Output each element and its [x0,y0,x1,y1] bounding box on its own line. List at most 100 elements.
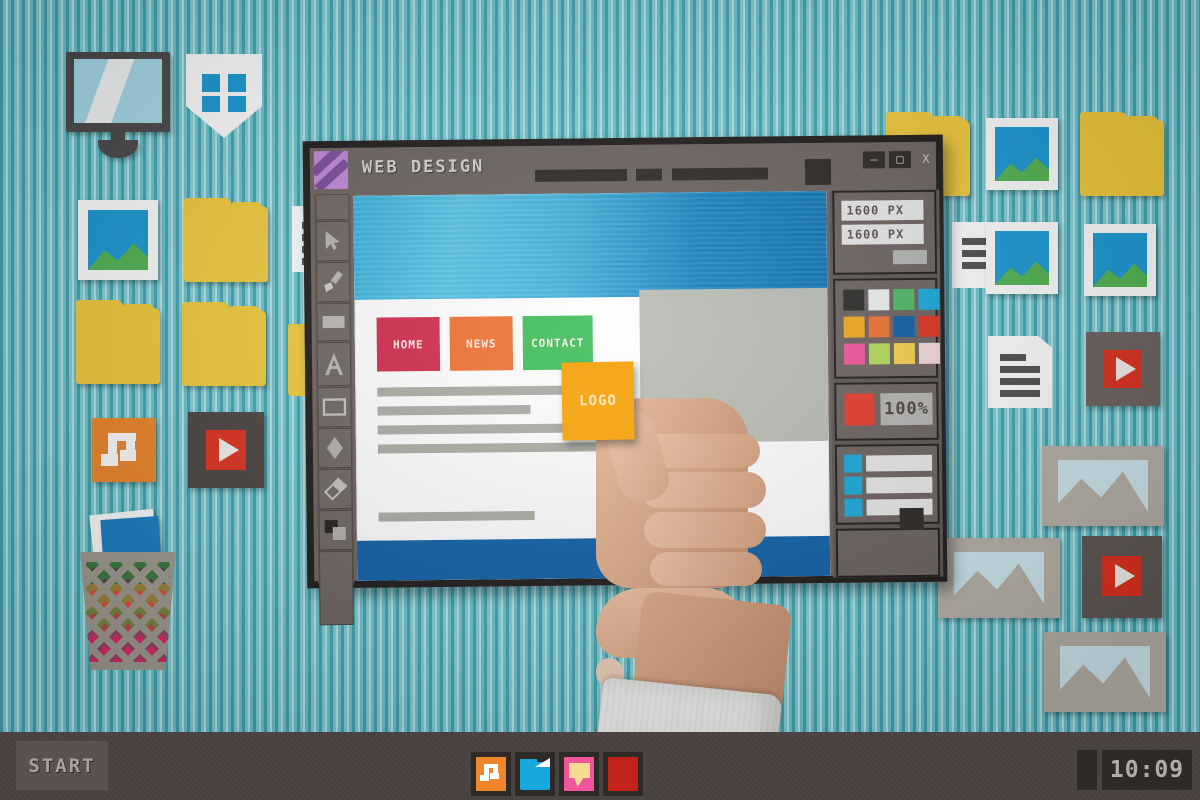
document-line [1000,378,1040,385]
color-swatch[interactable] [868,343,891,365]
document-icon[interactable] [988,336,1052,408]
option-checkbox[interactable] [844,476,863,495]
photo-mountain [88,243,148,270]
tool-rail [314,193,355,626]
monitor-screen [74,59,162,123]
tool-text[interactable] [316,341,352,387]
menu-slot[interactable] [635,168,663,181]
shield-pane-4 [228,96,246,112]
desktop-background: WEB DESIGN – □ X HOME NEWS CONTACT 1600 … [0,0,1200,800]
apply-button[interactable] [892,249,927,265]
clock-area[interactable]: 10:09 [1077,750,1192,790]
image-card-icon[interactable] [938,538,1060,618]
options-section [834,443,940,525]
color-swatch[interactable] [918,315,940,337]
photo-mountain [1093,263,1147,287]
hero-banner[interactable] [353,190,828,300]
tool-colors[interactable] [318,509,353,551]
monitor-glare [80,59,138,123]
option-checkbox[interactable] [843,454,863,473]
photo-icon[interactable] [78,200,158,280]
tool-gradient[interactable] [317,427,353,469]
video-play-icon[interactable] [188,412,264,488]
video-play-icon[interactable] [1086,332,1160,406]
menu-square-button[interactable] [804,158,832,186]
photo-icon[interactable] [1084,224,1156,296]
music-note-beam [484,764,498,768]
music-note-head [480,775,489,781]
color-swatch[interactable] [843,289,865,311]
diamond-icon [326,437,343,460]
trash-icon[interactable] [62,508,194,684]
menu-slot[interactable] [534,168,628,182]
zoom-level[interactable]: 100% [880,392,933,426]
taskbar-chat-icon[interactable] [559,752,599,796]
color-swatch[interactable] [893,342,916,365]
monitor-frame [66,52,170,132]
app-logo-icon [313,150,349,190]
text-line [377,404,531,416]
monitor-icon[interactable] [66,52,170,158]
shield-pane-2 [228,74,246,92]
tool-brush[interactable] [315,261,351,303]
height-field[interactable]: 1600 PX [841,223,924,245]
tray-button[interactable] [1077,750,1097,790]
tool-extra-panel[interactable] [318,550,354,626]
folder-icon[interactable] [184,198,268,282]
tool-blank[interactable] [315,193,350,221]
option-bar[interactable] [865,454,933,472]
menu-slot[interactable] [671,167,769,181]
folder-icon[interactable] [76,300,160,384]
nav-button-home[interactable]: HOME [376,316,441,372]
taskbar[interactable]: START 10:09 [0,732,1200,800]
image-card-icon[interactable] [1042,446,1164,526]
option-checkbox[interactable] [844,498,863,517]
width-field[interactable]: 1600 PX [841,199,924,221]
tool-fill[interactable] [316,302,351,342]
photo-icon[interactable] [986,222,1058,294]
nav-button-news[interactable]: NEWS [449,316,514,371]
image-card-icon[interactable] [1044,632,1166,712]
maximize-button[interactable]: □ [888,150,911,169]
close-button[interactable]: X [915,151,937,168]
color-swatch[interactable] [918,288,940,310]
document-line [1000,354,1026,361]
taskbar-folder-icon[interactable] [515,752,555,796]
start-button[interactable]: START [16,741,108,790]
folder-sheet [1128,116,1158,132]
video-play-icon[interactable] [1082,536,1162,618]
document-line [1000,366,1040,373]
minimize-button[interactable]: – [862,151,885,169]
taskbar-music-icon[interactable] [471,752,511,796]
shield-icon[interactable] [186,54,262,138]
current-color-swatch[interactable] [844,393,875,426]
tool-shape[interactable] [317,386,352,428]
folder-icon[interactable] [182,302,266,386]
music-icon[interactable] [92,418,156,482]
content-block[interactable] [639,287,829,443]
trash-basket [80,552,176,670]
color-swatch[interactable] [843,316,865,338]
color-swatch[interactable] [868,289,890,311]
chat-icon-tile [564,757,594,791]
music-icon-tile [476,757,506,791]
folder-sheet [124,304,154,320]
option-bar[interactable] [866,476,933,494]
folder-icon[interactable] [1080,112,1164,196]
tool-eraser[interactable] [318,468,353,510]
window-titlebar[interactable]: WEB DESIGN – □ X [309,141,937,193]
nav-button-label: CONTACT [531,335,585,350]
taskbar-video-icon[interactable] [603,752,643,796]
color-swatch[interactable] [893,288,915,311]
logo-sticky-note[interactable]: LOGO [561,361,635,441]
tool-pointer[interactable] [315,220,350,262]
color-swatch[interactable] [918,342,941,364]
photo-icon[interactable] [986,118,1058,190]
color-palette [833,277,941,379]
color-swatch[interactable] [843,343,866,365]
photo-inner [995,127,1049,181]
color-swatch[interactable] [868,316,890,338]
document-line [1000,390,1040,397]
color-swatch[interactable] [893,315,915,338]
extra-button[interactable] [899,507,924,531]
